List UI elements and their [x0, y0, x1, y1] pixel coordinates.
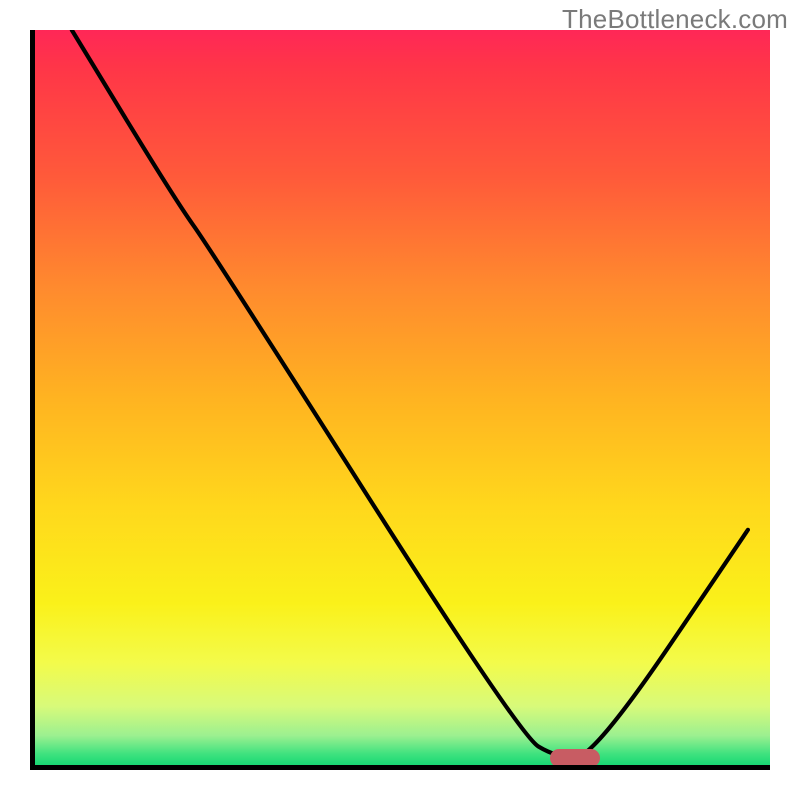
plot-area: [30, 30, 770, 770]
optimal-marker: [550, 749, 600, 767]
bottleneck-curve: [35, 30, 770, 765]
chart-frame: TheBottleneck.com: [0, 0, 800, 800]
